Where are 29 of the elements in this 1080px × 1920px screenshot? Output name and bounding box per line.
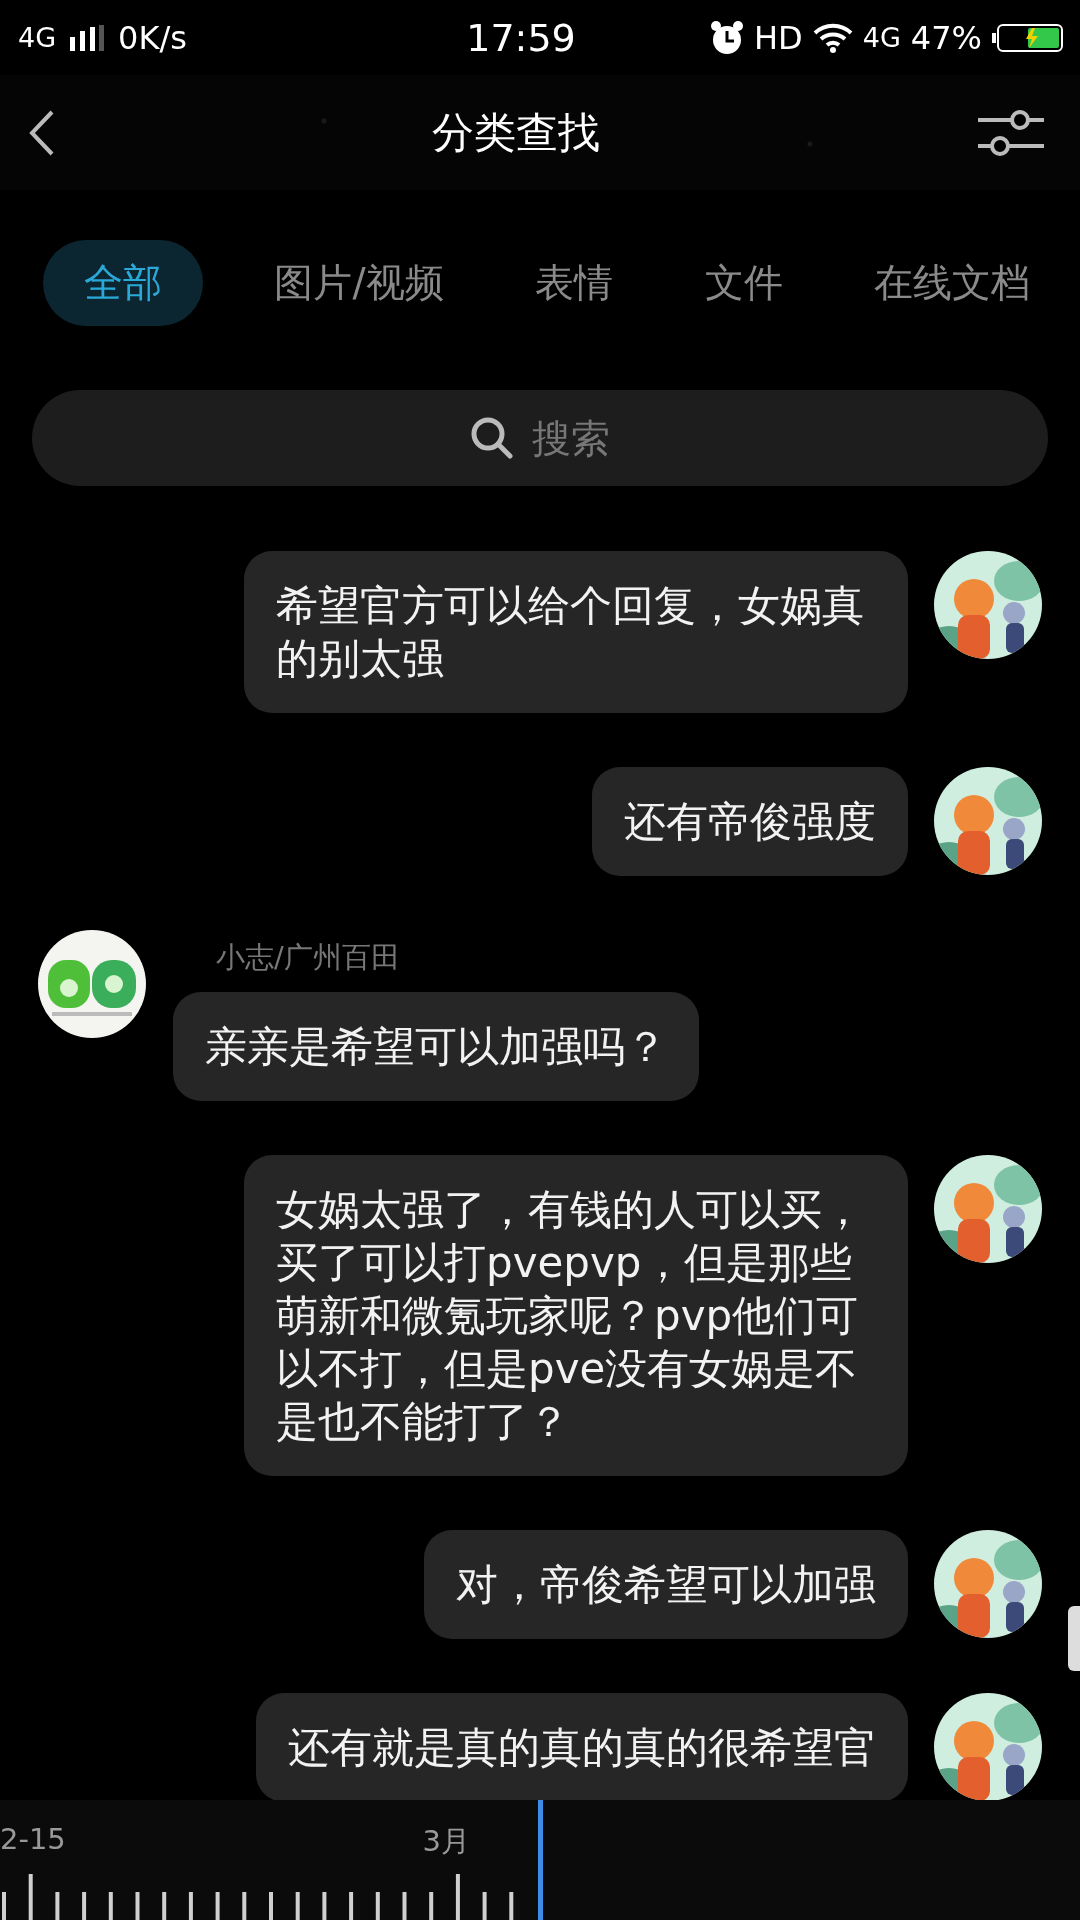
battery-icon	[992, 22, 1064, 53]
date-label: 3月	[422, 1823, 470, 1860]
wifi-icon	[812, 22, 853, 53]
timeline-bar[interactable]: 2-15 3月	[0, 1800, 1080, 1920]
message-bubble: 还有就是真的真的真的很希望官	[256, 1693, 908, 1800]
tab[interactable]: 全部	[43, 240, 203, 326]
alarm-icon	[710, 20, 745, 55]
clock: 17:59	[466, 15, 576, 60]
battery-label: 47%	[910, 18, 982, 57]
message-bubble: 还有帝俊强度	[592, 767, 908, 876]
message-bubble: 对，帝俊希望可以加强	[424, 1530, 908, 1639]
sender-name: 小志/广州百田	[215, 939, 401, 976]
tab[interactable]: 在线文档	[853, 240, 1050, 326]
message-bubble: 女娲太强了，有钱的人可以买，买了可以打pvepvp，但是那些萌新和微氪玩家呢？pvp他们可以不打，但是pve没有女娲是不是也不能打了？	[244, 1155, 908, 1476]
search-field[interactable]: 搜索	[32, 390, 1048, 486]
data-network-label: 4G	[862, 22, 901, 53]
signal-icon	[70, 24, 105, 51]
message-bubble: 希望官方可以给个回复，女娲真的别太强	[244, 551, 908, 713]
message-bubble: 亲亲是希望可以加强吗？	[173, 992, 699, 1101]
date-label: 2-15	[0, 1822, 66, 1858]
hd-label: HD	[754, 18, 803, 57]
tab[interactable]: 图片/视频	[254, 240, 464, 326]
tab[interactable]: 表情	[515, 240, 634, 326]
filter-button[interactable]	[976, 107, 1046, 158]
page-title: 分类查找	[432, 106, 600, 159]
tab[interactable]: 文件	[684, 240, 803, 326]
speed-label: 0K/s	[118, 18, 187, 57]
network-label: 4G	[18, 22, 57, 53]
scroll-handle[interactable]	[1068, 1606, 1080, 1671]
